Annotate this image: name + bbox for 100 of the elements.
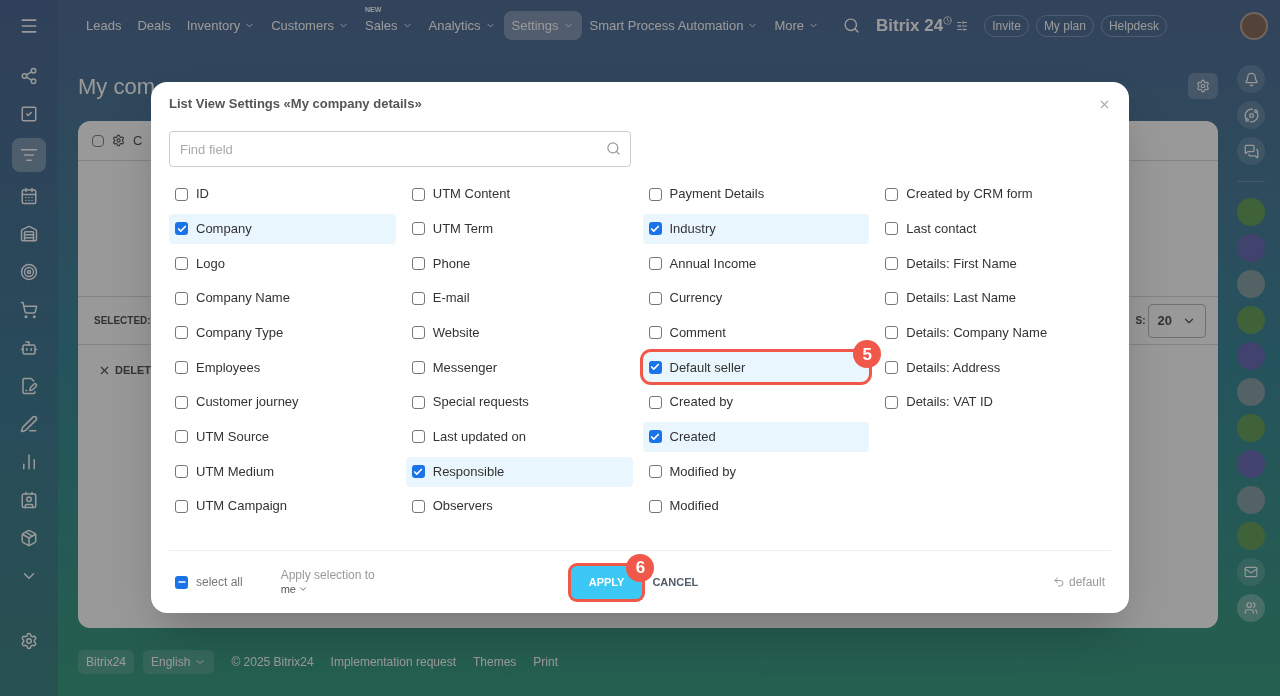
delete-action[interactable]: DELET: [115, 361, 152, 379]
field-option[interactable]: Created: [642, 421, 870, 452]
nav-tab[interactable]: Inventory: [178, 11, 264, 40]
page-size-select[interactable]: 20: [1147, 303, 1206, 338]
checkbox[interactable]: [411, 430, 425, 444]
field-option[interactable]: Customer journey: [169, 387, 396, 418]
page-size-label: S:: [1135, 314, 1146, 328]
nav-tab[interactable]: More: [766, 11, 828, 40]
checkbox[interactable]: [411, 256, 425, 270]
checkbox[interactable]: [648, 395, 662, 409]
field-option[interactable]: Created by: [642, 387, 870, 418]
field-option[interactable]: Observers: [405, 491, 633, 522]
field-option[interactable]: UTM Medium: [169, 456, 396, 487]
field-option[interactable]: Logo: [169, 248, 396, 279]
field-option[interactable]: Details: Company Name: [879, 317, 1106, 348]
field-option[interactable]: Payment Details: [642, 179, 870, 209]
column-header: C: [133, 131, 143, 150]
checkbox[interactable]: [175, 222, 188, 236]
checkbox[interactable]: [92, 134, 104, 147]
field-option[interactable]: Currency: [642, 283, 870, 314]
checkbox[interactable]: [648, 222, 662, 236]
checkbox[interactable]: [885, 222, 899, 236]
checkbox[interactable]: [175, 326, 188, 340]
settings-icon: [1196, 79, 1210, 93]
nav-tab[interactable]: Customers: [263, 11, 357, 40]
field-option[interactable]: Website: [405, 317, 633, 348]
search-field[interactable]: Find field: [169, 131, 631, 167]
checkbox[interactable]: [885, 360, 899, 374]
field-option[interactable]: Details: VAT ID: [879, 387, 1106, 418]
apply-to-select[interactable]: me: [280, 582, 375, 596]
chevron-down-icon: [297, 584, 308, 594]
checkbox[interactable]: [885, 395, 899, 409]
field-option[interactable]: Annual Income: [642, 248, 870, 279]
checkbox[interactable]: [885, 326, 899, 340]
checkbox[interactable]: [648, 256, 662, 270]
apply-to-label: Apply selection to: [280, 568, 375, 582]
field-option[interactable]: Details: Address: [879, 352, 1106, 383]
field-option[interactable]: Responsible: [405, 456, 633, 487]
field-option[interactable]: Details: First Name: [879, 248, 1106, 279]
checkbox[interactable]: [175, 291, 188, 305]
field-option[interactable]: UTM Campaign: [169, 491, 396, 522]
checkbox[interactable]: [411, 499, 425, 513]
checkbox[interactable]: [175, 465, 188, 478]
select-all-option[interactable]: select all: [175, 573, 243, 591]
field-option[interactable]: Last contact: [879, 213, 1106, 244]
field-option[interactable]: Created by CRM form: [879, 179, 1106, 209]
field-option[interactable]: Company Name: [169, 283, 396, 314]
checkbox[interactable]: [175, 499, 188, 513]
checkbox[interactable]: [648, 187, 662, 201]
checkbox[interactable]: [885, 256, 899, 270]
field-option[interactable]: Company: [169, 213, 396, 244]
field-option[interactable]: Details: Last Name: [879, 283, 1106, 314]
checkbox[interactable]: [175, 395, 188, 409]
nav-tab[interactable]: Leads: [78, 11, 130, 40]
field-option[interactable]: Last updated on: [405, 421, 633, 452]
logo: Bitrix 24: [876, 14, 944, 37]
field-option[interactable]: Industry: [642, 213, 870, 244]
field-option[interactable]: UTM Source: [169, 421, 396, 452]
field-option[interactable]: Company Type: [169, 317, 396, 348]
field-option[interactable]: Modified by: [642, 456, 870, 487]
checkbox[interactable]: [885, 291, 899, 305]
search-icon[interactable]: [843, 17, 861, 34]
checkbox[interactable]: [411, 326, 425, 340]
sliders-icon[interactable]: [956, 19, 969, 32]
cancel-button[interactable]: CANCEL: [652, 573, 699, 591]
checkbox[interactable]: [648, 430, 662, 444]
menu-icon[interactable]: [19, 16, 39, 36]
copyright: © 2025 Bitrix24: [231, 654, 314, 671]
checkbox[interactable]: [175, 575, 188, 589]
nav-tab[interactable]: Smart Process Automation: [581, 11, 767, 40]
field-option[interactable]: E-mail: [405, 283, 633, 314]
field-option[interactable]: Employees: [169, 352, 396, 383]
checkbox[interactable]: [648, 291, 662, 305]
field-option[interactable]: Special requests: [405, 387, 633, 418]
checkbox[interactable]: [175, 187, 188, 201]
checkbox[interactable]: [175, 360, 188, 374]
selected-label: SELECTED:: [94, 314, 151, 328]
settings-icon[interactable]: [112, 134, 125, 147]
field-option[interactable]: UTM Content: [405, 179, 633, 209]
checkbox[interactable]: [411, 395, 425, 409]
field-option[interactable]: ID: [169, 179, 396, 209]
field-option[interactable]: Modified: [642, 491, 870, 522]
field-option[interactable]: UTM Term: [405, 213, 633, 244]
checkbox[interactable]: [885, 187, 899, 201]
checkbox[interactable]: [411, 187, 425, 201]
checkbox[interactable]: [411, 360, 425, 374]
checkbox[interactable]: [175, 256, 188, 270]
checkbox[interactable]: [648, 360, 662, 374]
checkbox[interactable]: [411, 465, 425, 478]
checkbox[interactable]: [648, 499, 662, 513]
checkbox[interactable]: [411, 291, 425, 305]
checkbox[interactable]: [648, 465, 662, 478]
field-option[interactable]: Messenger: [405, 352, 633, 383]
nav-tab[interactable]: Analytics: [420, 11, 504, 40]
checkbox[interactable]: [175, 430, 188, 444]
checkbox[interactable]: [648, 326, 662, 340]
field-option[interactable]: Phone: [405, 248, 633, 279]
nav-tab[interactable]: Deals: [129, 11, 179, 40]
checkbox[interactable]: [411, 222, 425, 236]
page-title: My com: [78, 72, 155, 101]
